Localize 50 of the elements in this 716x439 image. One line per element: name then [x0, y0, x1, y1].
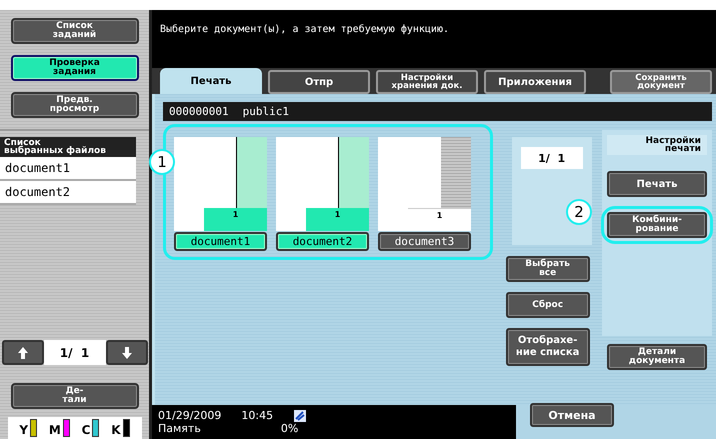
memory-label: Память [158, 423, 201, 435]
page-strip [236, 137, 267, 209]
document-name-button[interactable]: document3 [378, 232, 471, 251]
status-date: 01/29/2009 [158, 410, 222, 422]
toner-label: K [111, 423, 121, 437]
page-strip [338, 137, 369, 209]
document-thumbnail[interactable]: 1 [378, 137, 471, 231]
print-settings-title: Настройки печати [607, 135, 707, 155]
file-list-item[interactable]: document1 [0, 157, 136, 181]
instruction-message: Выберите документ(ы), а затем требуемую функцию. [160, 24, 449, 35]
toner-label: Y [19, 423, 28, 437]
page-strip [441, 137, 471, 209]
page-counter: 1/ 1 [520, 147, 583, 169]
print-settings-button[interactable]: Комбини- рование [607, 212, 707, 238]
details-button[interactable]: Де- тали [10, 383, 138, 409]
list-button[interactable]: Выбрать все [506, 256, 590, 282]
page-count: 1 [334, 210, 340, 221]
user-box-name: public1 [242, 105, 289, 118]
save-document-button[interactable]: Сохранить документ [610, 70, 712, 94]
page-count: 1 [232, 210, 238, 221]
page-counter: 1/ 1 [44, 340, 106, 365]
document-name-button[interactable]: document2 [276, 232, 369, 251]
down-arrow-icon [122, 346, 132, 358]
up-arrow-button[interactable] [2, 340, 44, 365]
toner-label: C [82, 423, 90, 437]
tab[interactable]: Настройки хранения док. [376, 70, 478, 94]
tab[interactable]: Приложения [484, 70, 586, 94]
status-time: 10:45 [241, 410, 274, 422]
document-thumbnail[interactable]: 1 [174, 137, 267, 231]
sidebar-button[interactable]: Предв. просмотр [10, 92, 138, 118]
file-list-item[interactable]: document2 [0, 181, 136, 205]
sidebar-button[interactable]: Список заданий [10, 18, 138, 44]
print-settings-button[interactable]: Печать [607, 171, 707, 197]
toner-label: M [48, 423, 61, 437]
box-number: 000000001 [169, 105, 229, 118]
callout-number: 1 [149, 149, 175, 175]
cancel-button[interactable]: Отмена [530, 403, 614, 427]
list-button[interactable]: Сброс [506, 292, 590, 318]
document-details-button[interactable]: Детали документа [607, 344, 707, 370]
down-arrow-button[interactable] [106, 340, 148, 365]
up-arrow-icon [18, 346, 28, 358]
sidebar-button[interactable]: Проверка задания [10, 55, 138, 81]
tab[interactable]: Отпр [268, 70, 370, 94]
file-list-title: Список выбранных файлов [0, 137, 136, 157]
page-count: 1 [436, 211, 442, 222]
tab[interactable]: Печать [160, 68, 262, 94]
memory-value: 0% [280, 423, 298, 435]
list-button[interactable]: Отобрахе- ние списка [506, 328, 590, 366]
document-name-button[interactable]: document1 [174, 232, 267, 251]
document-thumbnail[interactable]: 1 [276, 137, 369, 231]
